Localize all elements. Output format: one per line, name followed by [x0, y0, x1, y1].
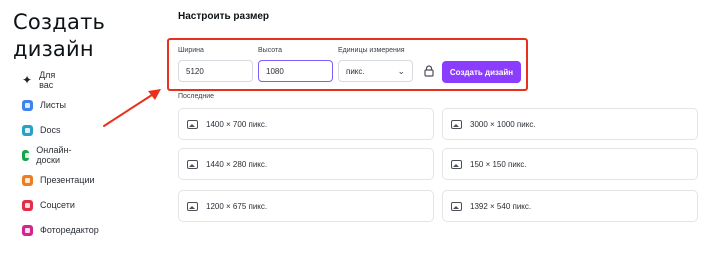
create-design-button[interactable]: Создать дизайн [442, 61, 521, 83]
height-input[interactable]: 1080 [258, 60, 333, 82]
recent-size-text: 1400 × 700 пикс. [206, 119, 268, 129]
height-value: 1080 [266, 66, 284, 76]
recent-size-text: 1440 × 280 пикс. [206, 159, 268, 169]
units-label: Единицы измерения [338, 47, 405, 54]
lock-aspect-icon[interactable] [424, 65, 434, 77]
width-value: 5120 [186, 66, 204, 76]
recent-size-card[interactable]: 1400 × 700 пикс. [178, 108, 434, 140]
height-label: Высота [258, 47, 283, 54]
recent-size-card[interactable]: 150 × 150 пикс. [442, 148, 698, 180]
recent-size-text: 150 × 150 пикс. [470, 159, 527, 169]
recent-label: Последние [178, 93, 215, 100]
chevron-down-icon: ⌄ [397, 66, 405, 76]
width-label: Ширина [178, 47, 204, 54]
image-icon [187, 159, 198, 169]
recent-size-text: 1392 × 540 пикс. [470, 201, 532, 211]
recent-size-card[interactable]: 1440 × 280 пикс. [178, 148, 434, 180]
image-icon [187, 201, 198, 211]
recent-size-text: 3000 × 1000 пикс. [470, 119, 536, 129]
recent-size-card[interactable]: 1392 × 540 пикс. [442, 190, 698, 222]
recent-size-card[interactable]: 1200 × 675 пикс. [178, 190, 434, 222]
recent-size-card[interactable]: 3000 × 1000 пикс. [442, 108, 698, 140]
width-input[interactable]: 5120 [178, 60, 253, 82]
recent-size-text: 1200 × 675 пикс. [206, 201, 268, 211]
units-value: пикс. [346, 66, 365, 76]
image-icon [451, 159, 462, 169]
units-select[interactable]: пикс. ⌄ [338, 60, 413, 82]
image-icon [451, 201, 462, 211]
image-icon [187, 119, 198, 129]
image-icon [451, 119, 462, 129]
custom-size-title: Настроить размер [178, 11, 270, 22]
